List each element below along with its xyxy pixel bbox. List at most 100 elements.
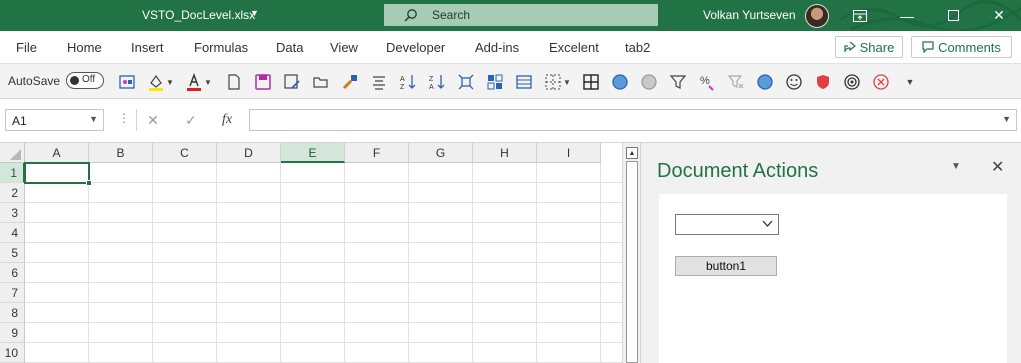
minimize-button[interactable]: — xyxy=(884,0,930,31)
save-as-icon[interactable] xyxy=(282,72,302,92)
column-header-a[interactable]: A xyxy=(25,143,89,163)
user-name[interactable]: Volkan Yurtseven xyxy=(703,8,796,22)
borders-dropdown[interactable]: ▼ xyxy=(561,72,573,92)
name-box[interactable]: A1 ▼ xyxy=(5,109,104,131)
ribbon-display-options-button[interactable] xyxy=(837,0,883,31)
chevron-down-icon[interactable]: ▼ xyxy=(250,8,259,18)
expand-formula-icon[interactable]: ▼ xyxy=(1002,114,1011,124)
maximize-button[interactable] xyxy=(930,0,976,31)
row-header-6[interactable]: 6 xyxy=(0,263,25,283)
search-placeholder: Search xyxy=(432,8,471,22)
format-painter-icon[interactable] xyxy=(340,72,360,92)
fit-icon[interactable] xyxy=(456,72,476,92)
align-icon[interactable] xyxy=(369,72,389,92)
action-combobox[interactable] xyxy=(675,214,779,235)
layout-icon[interactable] xyxy=(514,72,534,92)
tab-add-ins[interactable]: Add-ins xyxy=(475,40,519,55)
pane-close-icon[interactable]: ✕ xyxy=(991,157,1004,177)
row-header-3[interactable]: 3 xyxy=(0,203,25,223)
search-box[interactable]: Search xyxy=(384,4,658,26)
insert-function-button[interactable]: fx xyxy=(214,109,240,131)
column-header-e[interactable]: E xyxy=(281,143,345,163)
cancel-formula-button[interactable]: ✕ xyxy=(140,109,166,131)
scroll-up-button[interactable]: ▲ xyxy=(626,147,638,159)
row-header-8[interactable]: 8 xyxy=(0,303,25,323)
formula-input[interactable]: ▼ xyxy=(249,109,1017,131)
divider xyxy=(136,109,137,131)
vertical-scrollbar[interactable]: ▲ xyxy=(622,143,640,363)
circle-gray-icon[interactable] xyxy=(639,72,659,92)
target-icon[interactable] xyxy=(842,72,862,92)
button1[interactable]: button1 xyxy=(675,256,777,276)
pane-options-icon[interactable]: ▼ xyxy=(951,161,961,172)
share-label: Share xyxy=(859,39,895,55)
column-header-h[interactable]: H xyxy=(473,143,537,163)
title-bar: VSTO_DocLevel.xlsx ▼ Search Volkan Yurts… xyxy=(0,0,1021,31)
pane-title: Document Actions xyxy=(657,160,819,182)
sheet-icon[interactable] xyxy=(117,72,137,92)
more-dots-icon[interactable]: ⋮ xyxy=(118,111,130,125)
svg-text:A: A xyxy=(429,84,434,91)
column-header-i[interactable]: I xyxy=(537,143,601,163)
tab-excelent[interactable]: Excelent xyxy=(549,40,599,55)
column-header-c[interactable]: C xyxy=(153,143,217,163)
circle-blue-icon[interactable] xyxy=(610,72,630,92)
row-header-2[interactable]: 2 xyxy=(0,183,25,203)
row-header-4[interactable]: 4 xyxy=(0,223,25,243)
comments-button[interactable]: Comments xyxy=(911,36,1012,58)
enter-formula-button[interactable]: ✓ xyxy=(178,109,204,131)
grid-icon[interactable] xyxy=(581,72,601,92)
row-header-7[interactable]: 7 xyxy=(0,283,25,303)
shield-icon[interactable] xyxy=(813,72,833,92)
scroll-thumb[interactable] xyxy=(626,161,638,363)
open-folder-icon[interactable] xyxy=(311,72,331,92)
avatar[interactable] xyxy=(805,4,829,28)
document-actions-pane: Document Actions ▼ ✕ button1 xyxy=(640,143,1021,363)
new-document-icon[interactable] xyxy=(224,72,244,92)
formula-bar: A1 ▼ ⋮ ✕ ✓ fx ▼ xyxy=(0,99,1021,143)
column-header-b[interactable]: B xyxy=(89,143,153,163)
tab-file[interactable]: File xyxy=(16,40,37,55)
table-icon[interactable] xyxy=(485,72,505,92)
sort-descending-icon[interactable]: ZA xyxy=(427,72,447,92)
clear-filter-icon[interactable] xyxy=(726,72,746,92)
column-header-f[interactable]: F xyxy=(345,143,409,163)
row-header-9[interactable]: 9 xyxy=(0,323,25,343)
minimize-icon: — xyxy=(900,7,914,24)
select-all-corner[interactable] xyxy=(0,143,25,163)
save-icon[interactable] xyxy=(253,72,273,92)
smiley-icon[interactable] xyxy=(784,72,804,92)
share-button[interactable]: Share xyxy=(835,36,903,58)
autosave-toggle[interactable]: Off xyxy=(66,72,104,89)
fill-color-dropdown[interactable]: ▼ xyxy=(164,72,176,92)
column-header-d[interactable]: D xyxy=(217,143,281,163)
cancel-icon[interactable] xyxy=(871,72,891,92)
search-icon xyxy=(404,9,417,22)
close-window-button[interactable]: ✕ xyxy=(976,0,1021,31)
font-color-dropdown[interactable]: ▼ xyxy=(202,72,214,92)
fill-handle[interactable] xyxy=(86,180,92,186)
filter-icon[interactable] xyxy=(668,72,688,92)
row-header-5[interactable]: 5 xyxy=(0,243,25,263)
font-color-icon[interactable] xyxy=(184,72,204,92)
tab-data[interactable]: Data xyxy=(276,40,303,55)
row-header-10[interactable]: 10 xyxy=(0,343,25,363)
borders-icon[interactable] xyxy=(543,72,563,92)
selected-cell[interactable] xyxy=(24,162,92,186)
cell-area[interactable] xyxy=(25,163,622,363)
tab-formulas[interactable]: Formulas xyxy=(194,40,248,55)
ribbon-display-icon xyxy=(853,9,867,22)
row-header-1[interactable]: 1 xyxy=(0,163,25,183)
tab-view[interactable]: View xyxy=(330,40,358,55)
column-header-g[interactable]: G xyxy=(409,143,473,163)
tab-insert[interactable]: Insert xyxy=(131,40,164,55)
document-title[interactable]: VSTO_DocLevel.xlsx xyxy=(142,8,255,22)
tab-tab2[interactable]: tab2 xyxy=(625,40,650,55)
tab-home[interactable]: Home xyxy=(67,40,102,55)
more-icon[interactable]: ▼ xyxy=(900,72,920,92)
sort-ascending-icon[interactable]: AZ xyxy=(398,72,418,92)
circle-blue-2-icon[interactable] xyxy=(755,72,775,92)
fill-color-icon[interactable] xyxy=(146,72,166,92)
percent-icon[interactable]: % xyxy=(697,72,717,92)
tab-developer[interactable]: Developer xyxy=(386,40,445,55)
